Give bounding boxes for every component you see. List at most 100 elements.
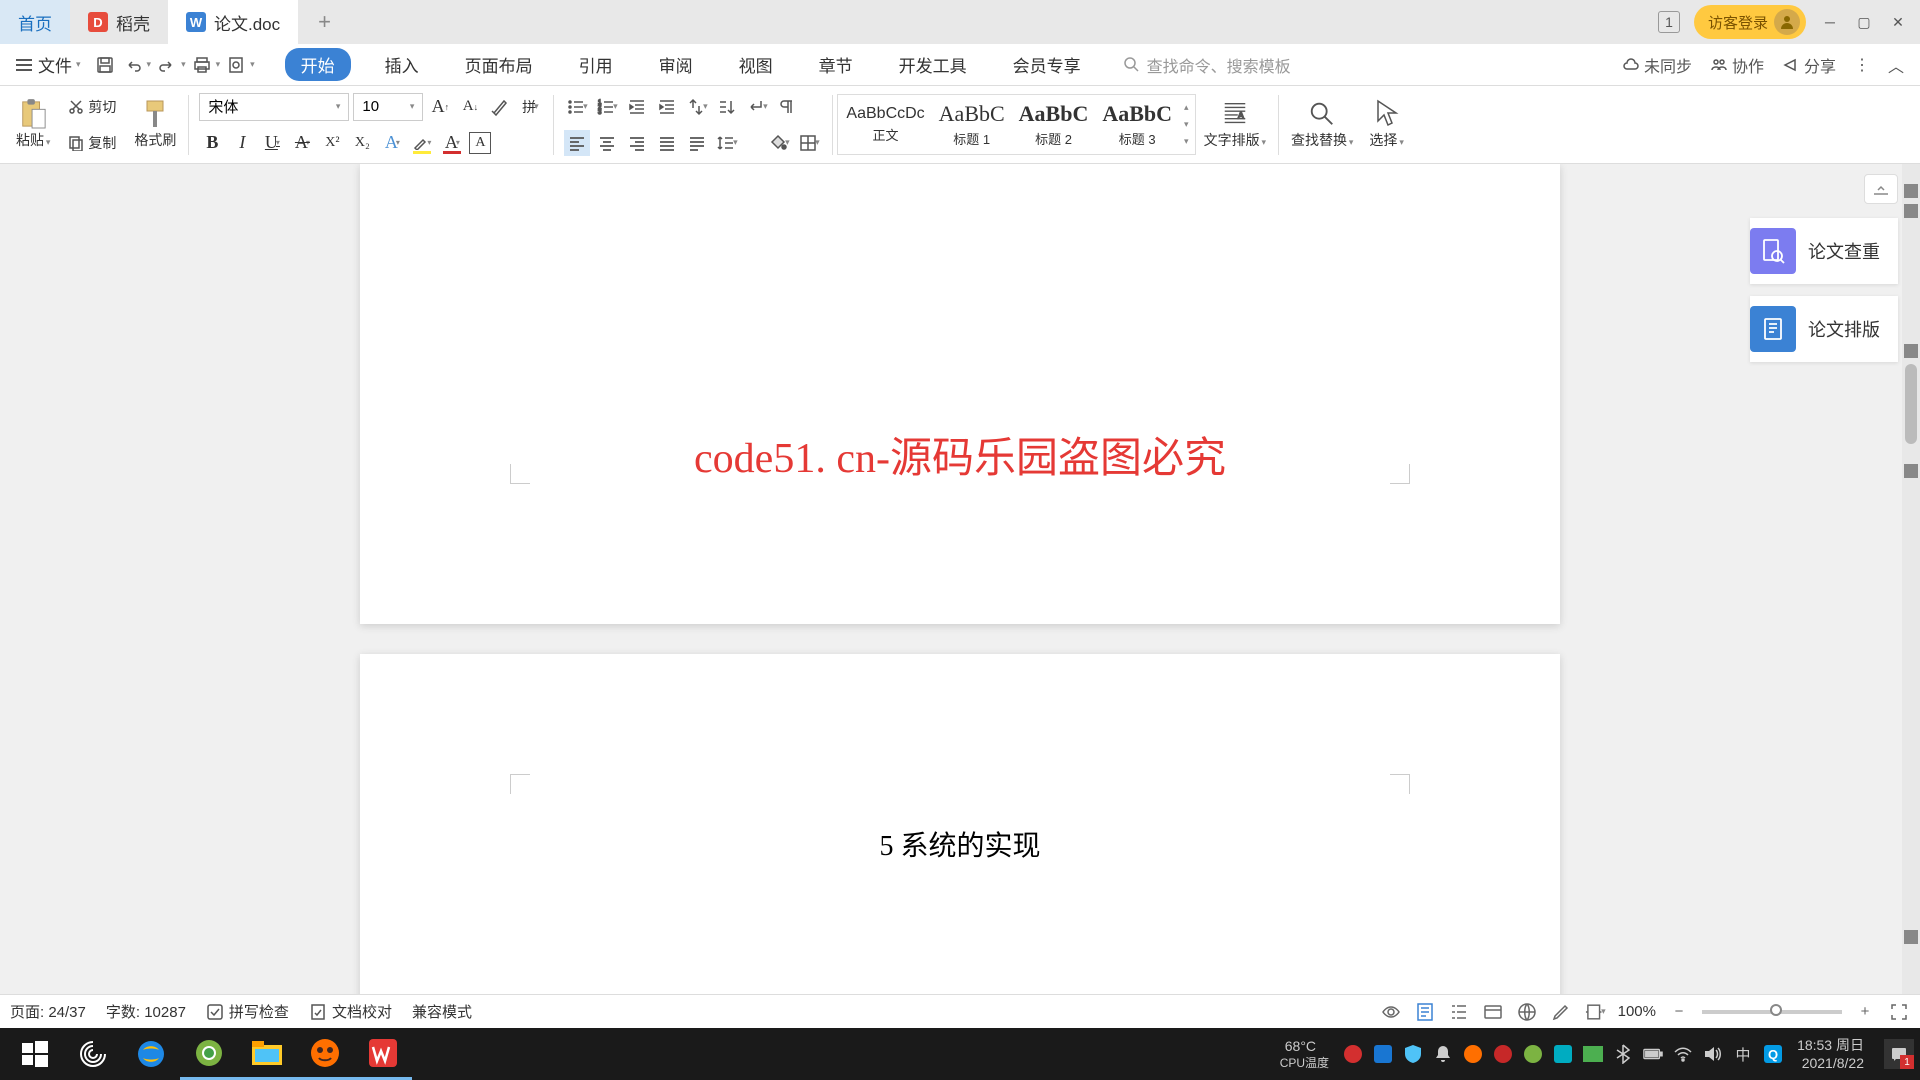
redo-dropdown[interactable]: ▾ bbox=[181, 59, 186, 70]
fullscreen-button[interactable] bbox=[1888, 1001, 1910, 1023]
clear-format-button[interactable] bbox=[487, 94, 513, 120]
zoom-level[interactable]: 100% bbox=[1618, 1003, 1656, 1020]
asian-layout-button[interactable]: ▾ bbox=[684, 94, 710, 120]
tab-member[interactable]: 会员专享 bbox=[1001, 48, 1093, 81]
zoom-slider[interactable] bbox=[1702, 1010, 1842, 1014]
taskbar-app-swirl[interactable] bbox=[64, 1028, 122, 1080]
distribute-button[interactable] bbox=[684, 130, 710, 156]
line-break-button[interactable]: ▾ bbox=[744, 94, 770, 120]
bullet-list-button[interactable]: ▾ bbox=[564, 94, 590, 120]
text-layout-button[interactable]: A 文字排版 ▾ bbox=[1196, 100, 1274, 150]
cpu-temp-widget[interactable]: 68°C CPU温度 bbox=[1280, 1038, 1329, 1071]
tab-home[interactable]: 首页 bbox=[0, 0, 70, 44]
command-search[interactable]: 查找命令、搜索模板 bbox=[1123, 53, 1622, 77]
increase-indent-button[interactable] bbox=[654, 94, 680, 120]
tab-view[interactable]: 视图 bbox=[727, 48, 785, 81]
tab-chapter[interactable]: 章节 bbox=[807, 48, 865, 81]
minimize-button[interactable]: ─ bbox=[1820, 12, 1840, 32]
select-button[interactable]: 选择 ▾ bbox=[1361, 100, 1411, 150]
strikethrough-button[interactable]: A▾ bbox=[289, 130, 315, 156]
preview-button[interactable] bbox=[224, 53, 248, 77]
format-painter-button[interactable]: 格式刷 bbox=[126, 100, 184, 150]
tray-volume-icon[interactable] bbox=[1703, 1044, 1723, 1064]
char-border-button[interactable]: A bbox=[469, 132, 491, 154]
font-family-select[interactable]: 宋体▾ bbox=[199, 93, 349, 121]
preview-dropdown[interactable]: ▾ bbox=[250, 59, 255, 70]
tab-start[interactable]: 开始 bbox=[285, 48, 351, 81]
increase-font-button[interactable]: A↑ bbox=[427, 94, 453, 120]
taskbar-app-browser[interactable] bbox=[180, 1028, 238, 1080]
web-view-icon[interactable] bbox=[1482, 1001, 1504, 1023]
save-button[interactable] bbox=[93, 53, 117, 77]
tray-q-icon[interactable]: Q bbox=[1763, 1044, 1783, 1064]
notifications-button[interactable]: 1 bbox=[1884, 1039, 1914, 1069]
page-indicator[interactable]: 页面: 24/37 bbox=[10, 1001, 86, 1022]
tab-review[interactable]: 审阅 bbox=[647, 48, 705, 81]
align-center-button[interactable] bbox=[594, 130, 620, 156]
new-tab-button[interactable]: + bbox=[298, 9, 351, 35]
settings-icon[interactable]: ⋮ bbox=[1854, 55, 1870, 75]
style-heading1[interactable]: AaBbC标题 1 bbox=[933, 97, 1011, 152]
zoom-in-button[interactable]: + bbox=[1854, 1001, 1876, 1023]
show-marks-button[interactable] bbox=[774, 94, 800, 120]
style-gallery-scroll[interactable]: ▴▾▾ bbox=[1180, 102, 1193, 147]
print-dropdown[interactable]: ▾ bbox=[216, 59, 221, 70]
align-right-button[interactable] bbox=[624, 130, 650, 156]
italic-button[interactable]: I bbox=[229, 130, 255, 156]
tray-battery-icon[interactable] bbox=[1643, 1044, 1663, 1064]
style-normal[interactable]: AaBbCcDc正文 bbox=[840, 101, 930, 148]
shading-button[interactable]: ▾ bbox=[766, 130, 792, 156]
tray-bell-icon[interactable] bbox=[1433, 1044, 1453, 1064]
tab-insert[interactable]: 插入 bbox=[373, 48, 431, 81]
cut-button[interactable]: 剪切 bbox=[64, 95, 120, 119]
sort-button[interactable] bbox=[714, 94, 740, 120]
side-panel-toggle[interactable] bbox=[1864, 174, 1898, 204]
tray-ime-indicator[interactable]: 中 bbox=[1733, 1044, 1753, 1064]
collapse-ribbon-button[interactable]: ︿ bbox=[1888, 53, 1904, 77]
word-count[interactable]: 字数: 10287 bbox=[106, 1001, 186, 1022]
tray-red-icon[interactable] bbox=[1343, 1044, 1363, 1064]
tray-blue-icon[interactable] bbox=[1373, 1044, 1393, 1064]
line-spacing-button[interactable]: ▾ bbox=[714, 130, 740, 156]
reading-mode-icon[interactable] bbox=[1380, 1001, 1402, 1023]
thesis-check-button[interactable]: 论文查重 bbox=[1750, 218, 1898, 284]
style-heading2[interactable]: AaBbC标题 2 bbox=[1013, 97, 1095, 152]
tray-bluetooth-icon[interactable] bbox=[1613, 1044, 1633, 1064]
spellcheck-toggle[interactable]: 拼写检查 bbox=[206, 1001, 289, 1022]
phonetic-button[interactable]: 拼▾ bbox=[517, 94, 543, 120]
tab-pagelayout[interactable]: 页面布局 bbox=[453, 48, 545, 81]
highlight-button[interactable]: ▾ bbox=[409, 130, 435, 156]
document-area[interactable]: code51. cn-源码乐园盗图必究 5 系统的实现 论文查重 论文排版 bbox=[0, 164, 1920, 994]
subscript-button[interactable]: X₂ bbox=[349, 130, 375, 156]
login-badge[interactable]: 访客登录 bbox=[1694, 5, 1806, 39]
decrease-font-button[interactable]: A↓ bbox=[457, 94, 483, 120]
style-heading3[interactable]: AaBbC标题 3 bbox=[1096, 97, 1178, 152]
numbered-list-button[interactable]: 123▾ bbox=[594, 94, 620, 120]
share-button[interactable]: 分享 bbox=[1782, 53, 1836, 77]
vertical-scrollbar[interactable] bbox=[1902, 164, 1920, 994]
edit-mode-icon[interactable] bbox=[1550, 1001, 1572, 1023]
tray-nvidia-icon[interactable] bbox=[1583, 1044, 1603, 1064]
tray-teal-icon[interactable] bbox=[1553, 1044, 1573, 1064]
document-check[interactable]: 文档校对 bbox=[309, 1001, 392, 1022]
paste-button[interactable]: 粘贴 ▾ bbox=[8, 100, 58, 150]
border-button[interactable]: ▾ bbox=[796, 130, 822, 156]
tray-orange-icon[interactable] bbox=[1463, 1044, 1483, 1064]
tab-daoke[interactable]: D稻壳 bbox=[70, 0, 168, 44]
tab-document[interactable]: W论文.doc bbox=[168, 0, 298, 44]
font-color-button[interactable]: A▾ bbox=[439, 130, 465, 156]
text-effect-button[interactable]: A▾ bbox=[379, 130, 405, 156]
taskbar-app-orange[interactable] bbox=[296, 1028, 354, 1080]
align-justify-button[interactable] bbox=[654, 130, 680, 156]
taskbar-app-wps[interactable] bbox=[354, 1028, 412, 1080]
page-view-icon[interactable] bbox=[1414, 1001, 1436, 1023]
taskbar-app-explorer[interactable] bbox=[238, 1028, 296, 1080]
file-menu[interactable]: 文件▾ bbox=[8, 52, 89, 77]
collab-button[interactable]: 协作 bbox=[1710, 53, 1764, 77]
find-replace-button[interactable]: 查找替换 ▾ bbox=[1283, 100, 1361, 150]
zoom-out-button[interactable]: − bbox=[1668, 1001, 1690, 1023]
print-button[interactable] bbox=[190, 53, 214, 77]
zoom-slider-thumb[interactable] bbox=[1770, 1004, 1782, 1016]
bold-button[interactable]: B bbox=[199, 130, 225, 156]
font-size-select[interactable]: 10▾ bbox=[353, 93, 423, 121]
